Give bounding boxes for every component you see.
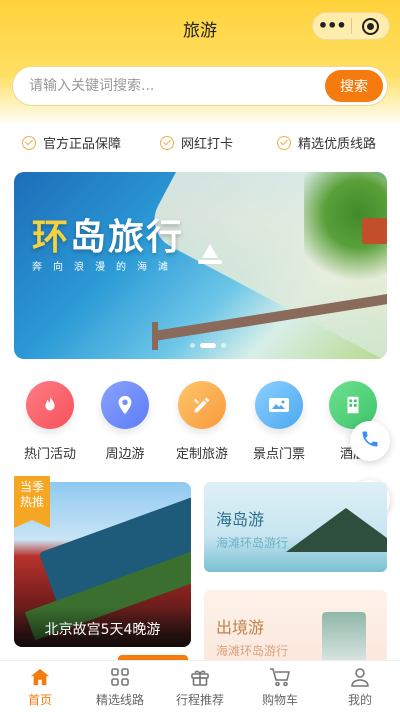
tag-line: 当季 <box>19 480 44 494</box>
category-hot-activities[interactable]: 热门活动 <box>10 381 90 462</box>
category-nearby[interactable]: 周边游 <box>85 381 165 462</box>
category-tickets[interactable]: 景点门票 <box>239 381 319 462</box>
carousel-dot-active[interactable] <box>200 343 216 348</box>
category-label: 热门活动 <box>23 447 76 462</box>
search-input[interactable] <box>13 67 325 105</box>
check-circle-icon <box>277 135 291 150</box>
banner-carousel[interactable]: 环岛旅行 奔向浪漫的海滩 <box>14 172 387 359</box>
promo-card-subtitle: 海滩环岛游行 <box>216 536 289 550</box>
feature-label: 网红打卡 <box>181 137 234 152</box>
tab-label: 行程推荐 <box>175 692 224 707</box>
feature-strip: 官方正品保障 网红打卡 精选优质线路 <box>0 133 400 153</box>
banner-subtitle: 奔向浪漫的海滩 <box>32 262 179 273</box>
sailboat-icon <box>202 244 218 258</box>
banner-title-rest: 岛旅行 <box>70 216 185 258</box>
bottom-tab-bar: 首页 精选线路 行程推荐 购物车 我的 <box>0 660 400 712</box>
promo-card-title: 北京故宫5天4晚游 <box>44 622 161 638</box>
feature-item: 网红打卡 <box>160 133 233 152</box>
feature-label: 官方正品保障 <box>43 137 122 152</box>
tab-home[interactable]: 首页 <box>0 661 80 712</box>
tag-line: 热推 <box>19 495 44 509</box>
tab-itinerary[interactable]: 行程推荐 <box>160 661 240 712</box>
tab-cart[interactable]: 购物车 <box>240 661 320 712</box>
user-icon <box>350 666 370 688</box>
search-button[interactable]: 搜索 <box>325 70 383 102</box>
fire-icon <box>26 381 74 429</box>
location-pin-icon <box>101 381 149 429</box>
phone-call-button[interactable] <box>350 421 390 461</box>
gift-icon <box>190 666 210 688</box>
banner-title-first: 环 <box>32 216 71 258</box>
phone-icon <box>360 429 380 453</box>
category-label: 周边游 <box>105 447 145 462</box>
close-miniprogram-button[interactable] <box>351 17 389 35</box>
category-custom-tour[interactable]: 定制旅游 <box>162 381 242 462</box>
pencil-ruler-icon <box>178 381 226 429</box>
promo-card-island[interactable]: 海岛游 海滩环岛游行 <box>204 482 387 572</box>
target-icon <box>361 17 379 35</box>
check-circle-icon <box>22 135 36 150</box>
ticket-icon <box>255 381 303 429</box>
tab-label: 首页 <box>27 692 52 707</box>
island-mountain-image <box>286 508 387 552</box>
sailboat-hull <box>198 260 222 264</box>
mini-program-capsule: ••• <box>312 12 390 40</box>
check-circle-icon <box>160 135 174 150</box>
banner-hut <box>362 218 387 244</box>
feature-label: 精选优质线路 <box>298 137 377 152</box>
feature-item: 官方正品保障 <box>22 133 121 152</box>
tab-label: 购物车 <box>261 692 298 707</box>
carousel-indicators <box>190 343 231 348</box>
promo-card-title: 出境游 <box>216 618 265 637</box>
tab-label: 精选线路 <box>95 692 144 707</box>
tab-label: 我的 <box>347 692 372 707</box>
banner-pier-post <box>152 322 158 350</box>
more-menu-button[interactable]: ••• <box>313 12 351 40</box>
cart-icon <box>269 666 291 688</box>
grid-icon <box>110 666 130 688</box>
carousel-dot[interactable] <box>221 343 226 348</box>
category-label: 景点门票 <box>252 447 305 462</box>
tab-profile[interactable]: 我的 <box>320 661 400 712</box>
category-row: 热门活动 周边游 定制旅游 景点门票 酒店 <box>0 381 400 462</box>
carousel-dot[interactable] <box>190 343 195 348</box>
banner-title: 环岛旅行 <box>32 208 184 260</box>
promo-card-title: 海岛游 <box>216 510 265 529</box>
home-icon <box>29 666 51 688</box>
search-bar: 搜索 <box>12 66 388 106</box>
promo-card-subtitle: 海滩环岛游行 <box>216 644 289 658</box>
category-label: 定制旅游 <box>175 447 228 462</box>
tab-routes[interactable]: 精选线路 <box>80 661 160 712</box>
feature-item: 精选优质线路 <box>277 133 376 152</box>
hot-tag-badge: 当季 热推 <box>14 476 50 528</box>
